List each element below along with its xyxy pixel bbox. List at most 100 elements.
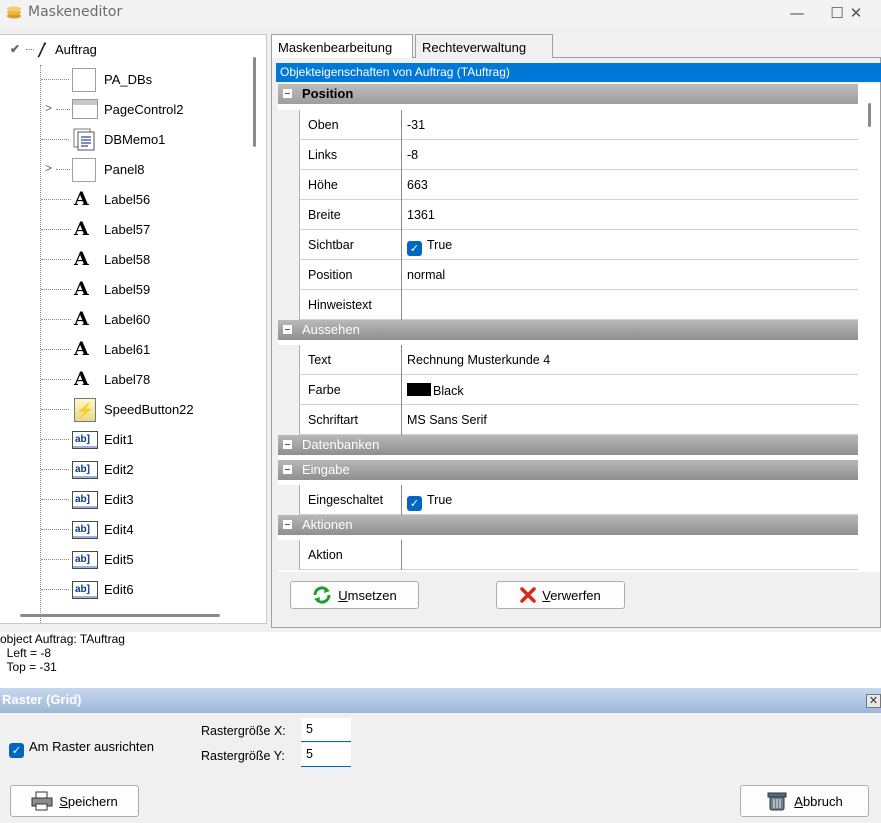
tree-item[interactable]: DBMemo1 (0, 125, 250, 155)
raster-y-input[interactable]: 5 (301, 743, 351, 767)
property-row-hoehe[interactable]: Höhe 663 (278, 170, 858, 200)
category-position[interactable]: Position (278, 84, 858, 104)
tree-item[interactable]: > PageControl2 (0, 95, 250, 125)
close-button[interactable]: ✕ (836, 0, 876, 26)
tree-item[interactable]: ab] Edit6 (0, 575, 250, 605)
tree-item-label: Edit3 (104, 492, 134, 507)
tree-item[interactable]: ab] Edit2 (0, 455, 250, 485)
pen-icon (37, 42, 47, 58)
property-name: Text (299, 345, 402, 375)
tree-item[interactable]: A Label60 (0, 305, 250, 335)
page-control-icon (72, 99, 98, 119)
label-icon: A (74, 338, 89, 360)
category-eingabe[interactable]: Eingabe (278, 460, 858, 480)
checkbox-checked-icon[interactable]: ✓ (407, 241, 422, 256)
verwerfen-label: Verwerfen (542, 587, 601, 603)
label-icon: A (74, 308, 89, 330)
checkbox-checked-icon[interactable]: ✓ (407, 496, 422, 511)
tree-item-label: PageControl2 (104, 102, 184, 117)
edit-icon: ab] (72, 581, 98, 599)
tree-connector (41, 589, 69, 590)
speichern-button[interactable]: Speichern (10, 785, 139, 817)
tree-item[interactable]: A Label78 (0, 365, 250, 395)
chevron-down-icon[interactable]: ✔ (10, 42, 20, 56)
speedbutton-icon: ⚡ (74, 398, 96, 422)
tree-connector (41, 79, 69, 80)
chevron-right-icon[interactable]: > (45, 101, 52, 115)
property-row-text[interactable]: Text Rechnung Musterkunde 4 (278, 345, 858, 375)
property-row-breite[interactable]: Breite 1361 (278, 200, 858, 230)
property-row-sichtbar[interactable]: Sichtbar ✓ True (278, 230, 858, 260)
grid-vertical-scrollbar[interactable] (868, 103, 871, 127)
grid-scroll-track[interactable] (860, 84, 880, 572)
property-value[interactable]: normal (403, 260, 858, 290)
category-aktionen[interactable]: Aktionen (278, 515, 858, 535)
tree-item[interactable]: A Label57 (0, 215, 250, 245)
property-value[interactable]: 1361 (403, 200, 858, 230)
verwerfen-button[interactable]: Verwerfen (496, 581, 625, 609)
tree-item[interactable]: ⚡ SpeedButton22 (0, 395, 250, 425)
refresh-icon (313, 586, 331, 604)
property-value[interactable]: MS Sans Serif (403, 405, 858, 435)
collapse-icon[interactable] (283, 520, 292, 529)
tree-horizontal-scrollbar[interactable] (20, 614, 220, 617)
category-aussehen[interactable]: Aussehen (278, 320, 858, 340)
property-name: Sichtbar (299, 230, 402, 260)
category-datenbanken[interactable]: Datenbanken (278, 435, 858, 455)
tab-maskenbearbeitung[interactable]: Maskenbearbeitung (271, 34, 413, 58)
property-value[interactable]: ✓ True (403, 485, 858, 515)
tree-item[interactable]: ab] Edit3 (0, 485, 250, 515)
abbruch-button[interactable]: Abbruch (740, 785, 869, 817)
property-value[interactable]: Black (403, 375, 858, 405)
property-name: Breite (299, 200, 402, 230)
abbruch-label: Abbruch (794, 793, 843, 809)
property-name: Farbe (299, 375, 402, 405)
tab-rechteverwaltung[interactable]: Rechteverwaltung (415, 34, 553, 58)
tree-item[interactable]: A Label61 (0, 335, 250, 365)
property-row-hinweistext[interactable]: Hinweistext (278, 290, 858, 320)
umsetzen-button[interactable]: Umsetzen (290, 581, 419, 609)
collapse-icon[interactable] (283, 465, 292, 474)
property-value[interactable]: -8 (403, 140, 858, 170)
collapse-icon[interactable] (283, 440, 292, 449)
tree-root-auftrag[interactable]: ✔ Auftrag (0, 35, 250, 65)
property-grid[interactable]: Position Oben -31 Links -8 Höhe 663 Breite 1… (278, 84, 860, 572)
property-row-links[interactable]: Links -8 (278, 140, 858, 170)
collapse-icon[interactable] (283, 325, 292, 334)
printer-icon (31, 791, 53, 811)
property-row-eingeschaltet[interactable]: Eingeschaltet ✓ True (278, 485, 858, 515)
property-row-farbe[interactable]: Farbe Black (278, 375, 858, 405)
umsetzen-label: Umsetzen (338, 587, 397, 603)
property-value[interactable]: -31 (403, 110, 858, 140)
tree-connector (41, 229, 71, 230)
tree-item[interactable]: > Panel8 (0, 155, 250, 185)
snap-to-grid-option[interactable]: ✓ Am Raster ausrichten (9, 739, 154, 758)
property-row-position[interactable]: Position normal (278, 260, 858, 290)
property-value[interactable]: ✓ True (403, 230, 858, 260)
property-value[interactable] (403, 540, 858, 570)
tree-item[interactable]: ab] Edit1 (0, 425, 250, 455)
tree-item[interactable]: A Label58 (0, 245, 250, 275)
tree-connector (41, 409, 69, 410)
log-line: Top = -31 (0, 660, 57, 674)
chevron-right-icon[interactable]: > (45, 161, 52, 175)
property-value[interactable] (403, 290, 858, 320)
property-value[interactable]: 663 (403, 170, 858, 200)
tree-item[interactable]: ab] Edit4 (0, 515, 250, 545)
tree-item-label: Label56 (104, 192, 151, 207)
raster-close-icon[interactable]: ✕ (866, 694, 881, 708)
collapse-icon[interactable] (283, 89, 292, 98)
tree-item[interactable]: A Label56 (0, 185, 250, 215)
property-row-aktion[interactable]: Aktion (278, 540, 858, 570)
component-tree[interactable]: ✔ Auftrag PA_DBs > PageControl2 DBMemo1 > Pan… (0, 34, 267, 624)
tree-vertical-scrollbar[interactable] (253, 57, 256, 147)
checkbox-checked-icon[interactable]: ✓ (9, 743, 24, 758)
raster-x-input[interactable]: 5 (301, 718, 351, 742)
tree-item[interactable]: ab] Edit5 (0, 545, 250, 575)
tree-item[interactable]: PA_DBs (0, 65, 250, 95)
property-row-oben[interactable]: Oben -31 (278, 110, 858, 140)
minimize-button[interactable]: — (777, 0, 817, 26)
property-row-schriftart[interactable]: Schriftart MS Sans Serif (278, 405, 858, 435)
property-value[interactable]: Rechnung Musterkunde 4 (403, 345, 858, 375)
tree-item[interactable]: A Label59 (0, 275, 250, 305)
